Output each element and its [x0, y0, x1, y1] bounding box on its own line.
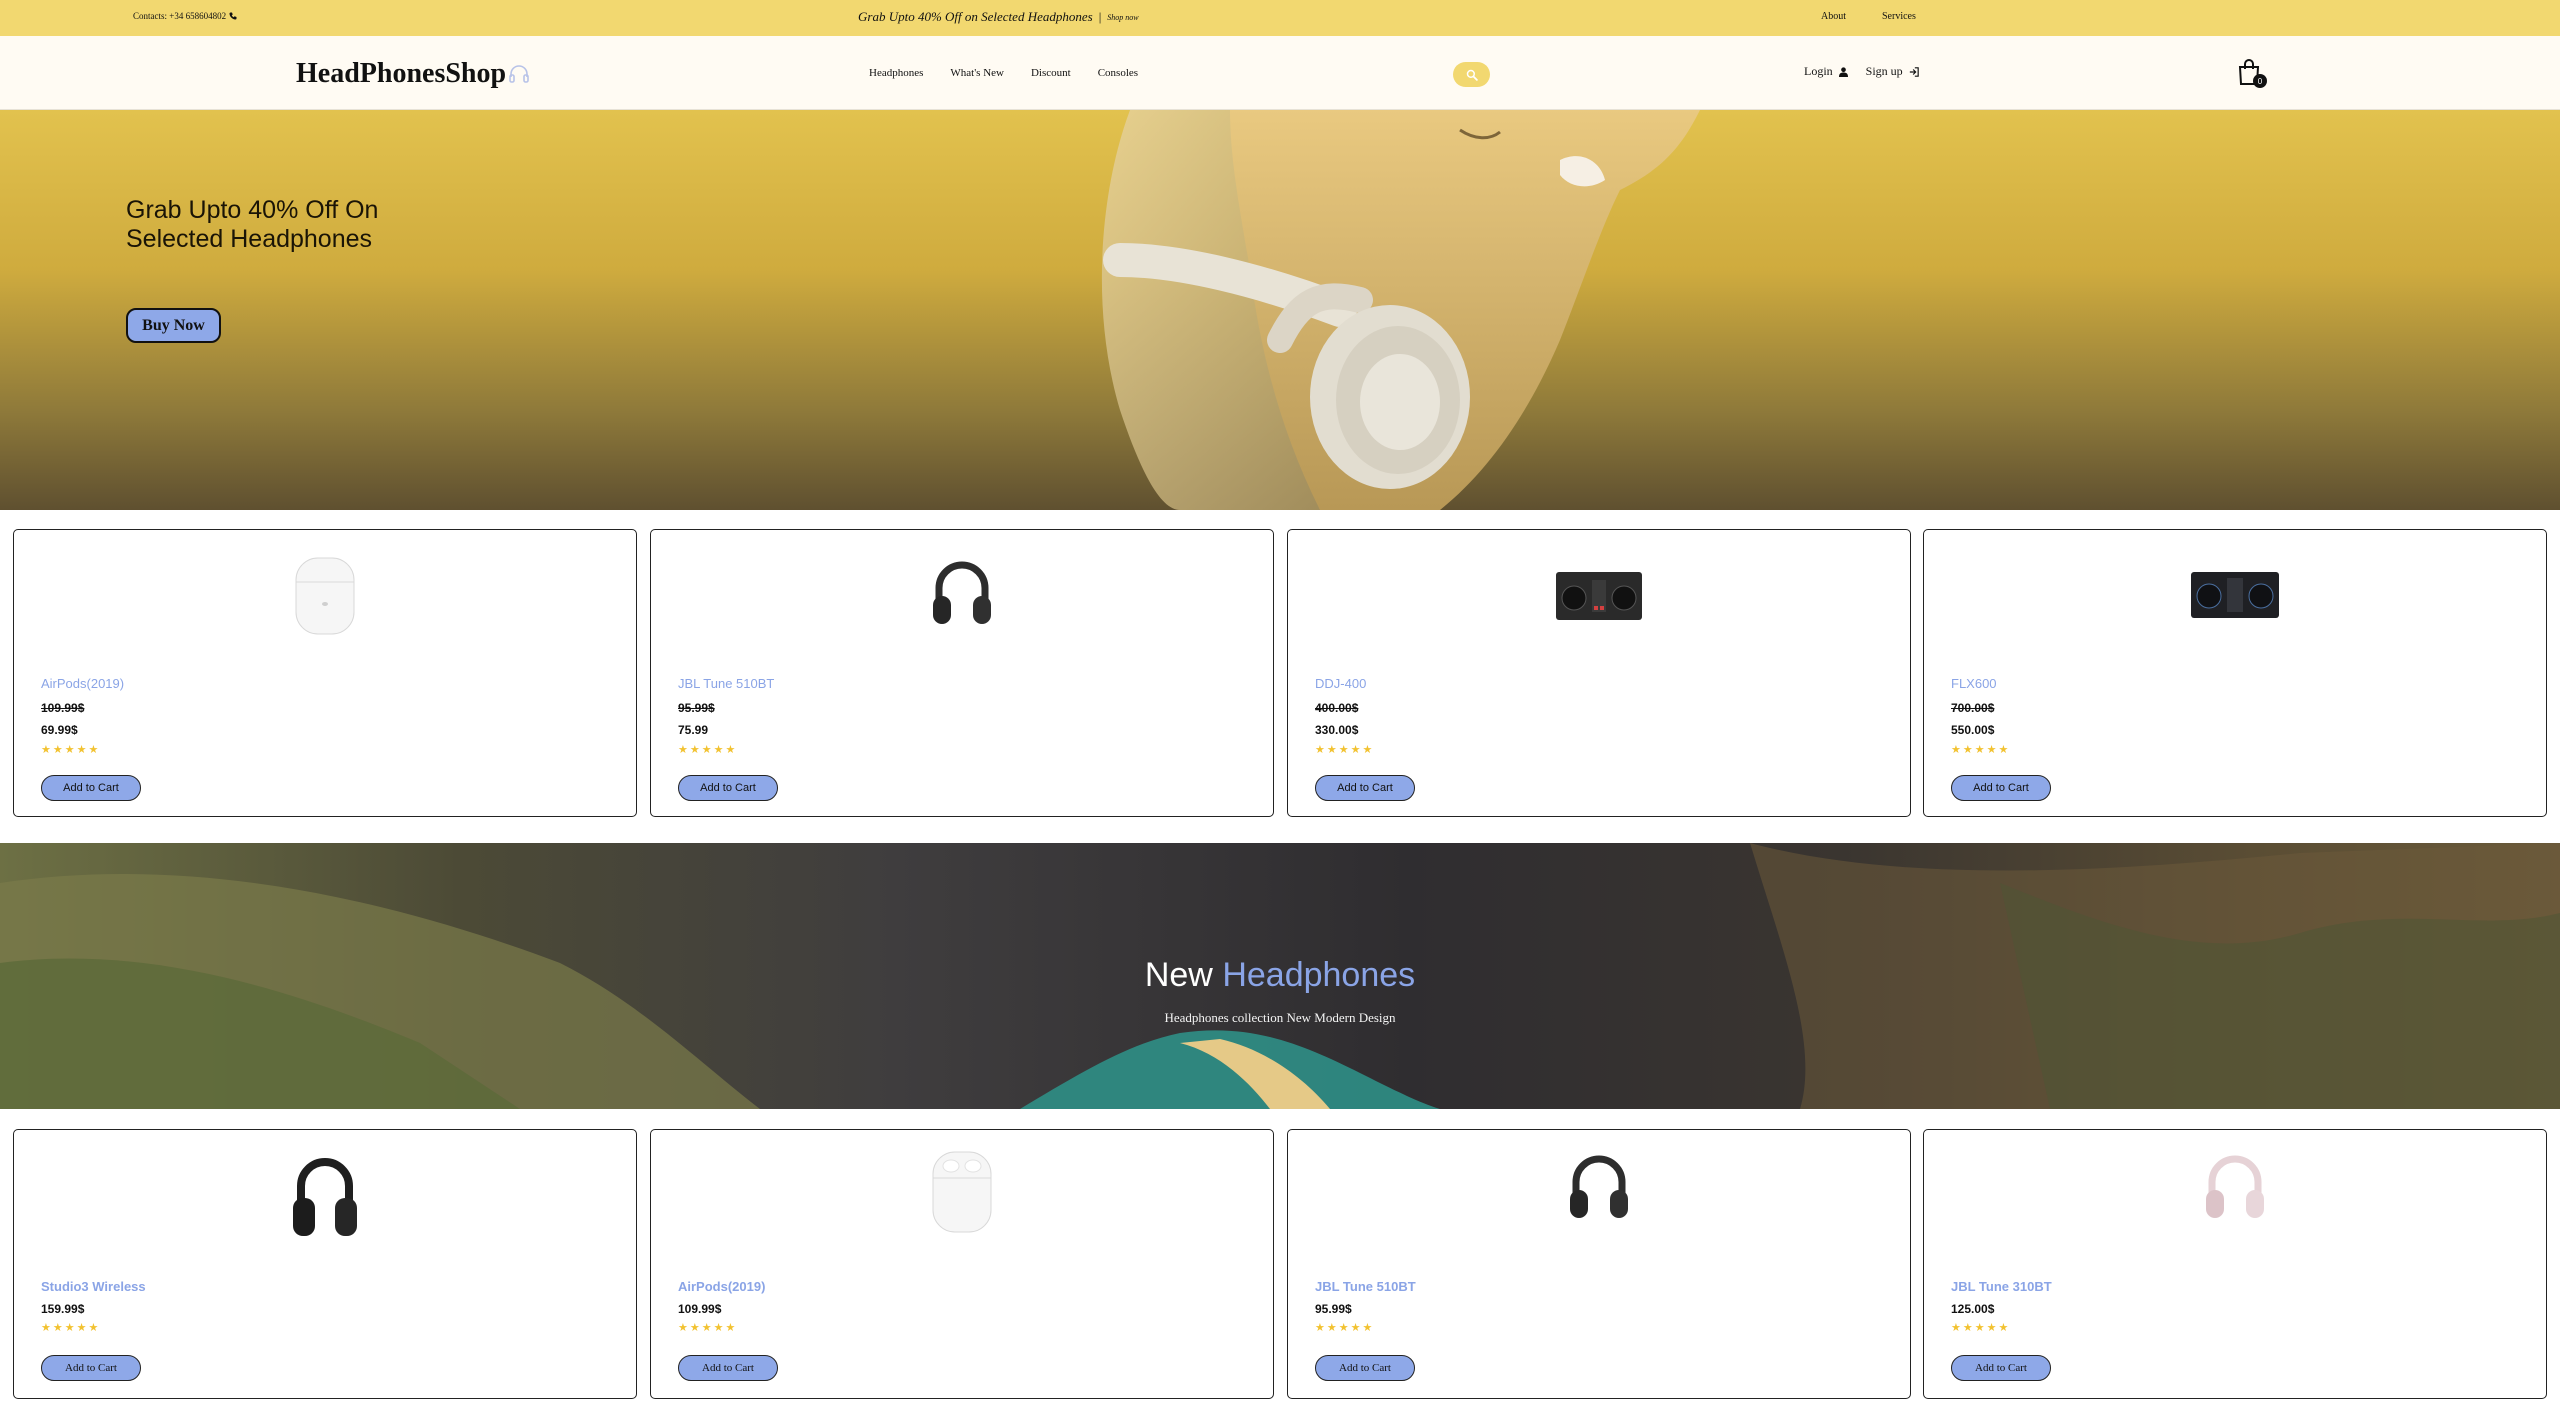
contact-info: Contacts: +34 658604802 [133, 11, 237, 21]
product-image[interactable] [14, 554, 636, 638]
product-price: 109.99$ [678, 1302, 722, 1316]
hero-title: Grab Upto 40% Off On Selected Headphones [126, 196, 379, 253]
banner-subtitle: Headphones collection New Modern Design [1164, 1010, 1396, 1025]
product-card[interactable]: JBL Tune 310BT 125.00$ ★★★★★ Add to Cart [1923, 1129, 2547, 1399]
nav-discount[interactable]: Discount [1031, 67, 1071, 79]
cart-count-badge: 0 [2253, 74, 2267, 88]
sign-in-icon[interactable] [1909, 66, 1919, 77]
product-old-price: 700.00$ [1951, 701, 1995, 715]
product-name[interactable]: Studio3 Wireless [41, 1279, 146, 1294]
product-card[interactable]: DDJ-400 400.00$ 330.00$ ★★★★★ Add to Car… [1287, 529, 1911, 817]
product-card[interactable]: FLX600 700.00$ 550.00$ ★★★★★ Add to Cart [1923, 529, 2547, 817]
add-to-cart-button[interactable]: Add to Cart [678, 775, 778, 801]
star-rating: ★★★★★ [1951, 744, 2011, 756]
hero-woman-headphones-image [1101, 110, 1700, 510]
main-header: HeadPhonesShop Headphones What's New Dis… [0, 36, 2560, 110]
star-rating: ★★★★★ [1315, 1322, 1375, 1334]
product-price: 550.00$ [1951, 723, 1995, 737]
product-card[interactable]: Studio3 Wireless 159.99$ ★★★★★ Add to Ca… [13, 1129, 637, 1399]
logo-text: HeadPhonesShop [296, 58, 507, 89]
phone-icon [229, 12, 237, 20]
star-rating: ★★★★★ [41, 1322, 101, 1334]
star-rating: ★★★★★ [678, 1322, 738, 1334]
product-image[interactable] [651, 554, 1273, 634]
nav-whats-new[interactable]: What's New [950, 67, 1004, 79]
signup-link[interactable]: Sign up [1866, 64, 1903, 79]
add-to-cart-button[interactable]: Add to Cart [1951, 775, 2051, 801]
product-name[interactable]: FLX600 [1951, 676, 1997, 691]
product-name[interactable]: AirPods(2019) [678, 1279, 765, 1294]
product-card[interactable]: JBL Tune 510BT 95.99$ ★★★★★ Add to Cart [1287, 1129, 1911, 1399]
login-link[interactable]: Login [1804, 64, 1833, 79]
auth-links: Login Sign up [1804, 64, 1919, 79]
product-price: 330.00$ [1315, 723, 1359, 737]
add-to-cart-button[interactable]: Add to Cart [41, 775, 141, 801]
product-name[interactable]: JBL Tune 510BT [1315, 1279, 1416, 1294]
add-to-cart-button[interactable]: Add to Cart [1315, 1355, 1415, 1381]
product-image[interactable] [1924, 1148, 2546, 1228]
promo-banner: Grab Upto 40% Off on Selected Headphones… [858, 9, 1139, 25]
top-bar: Contacts: +34 658604802 Grab Upto 40% Of… [0, 0, 2560, 36]
site-logo[interactable]: HeadPhonesShop [296, 58, 529, 90]
hero-section: Grab Upto 40% Off On Selected Headphones… [0, 110, 2560, 510]
star-rating: ★★★★★ [41, 744, 101, 756]
pink-headphones-image [2206, 1155, 2264, 1218]
nav-headphones[interactable]: Headphones [869, 67, 923, 79]
product-price: 69.99$ [41, 723, 78, 737]
product-image[interactable] [1288, 572, 1910, 620]
product-name[interactable]: DDJ-400 [1315, 676, 1366, 691]
black-headphones-image [1570, 1155, 1628, 1218]
product-price: 95.99$ [1315, 1302, 1352, 1316]
about-link[interactable]: About [1821, 11, 1846, 22]
promo-separator: | [1098, 9, 1102, 24]
product-name[interactable]: AirPods(2019) [41, 676, 124, 691]
product-image[interactable] [14, 1148, 636, 1244]
product-old-price: 109.99$ [41, 701, 85, 715]
banner-title: New Headphones [0, 956, 2560, 995]
add-to-cart-button[interactable]: Add to Cart [678, 1355, 778, 1381]
banner-title-accent: Headphones [1222, 956, 1416, 994]
product-name[interactable]: JBL Tune 510BT [678, 676, 774, 691]
main-nav: Headphones What's New Discount Consoles [869, 67, 1138, 79]
contact-text: Contacts: +34 658604802 [133, 11, 227, 21]
user-icon[interactable] [1838, 66, 1848, 77]
nav-consoles[interactable]: Consoles [1098, 67, 1138, 79]
shop-now-link[interactable]: Shop now [1107, 13, 1138, 22]
dj-controller-image [1556, 572, 1642, 620]
cart-button[interactable]: 0 [2237, 58, 2267, 90]
star-rating: ★★★★★ [1315, 744, 1375, 756]
dj-controller-image [2191, 572, 2279, 618]
product-image[interactable] [1288, 1148, 1910, 1228]
new-headphones-banner: New Headphones Headphones collection New… [0, 843, 2560, 1109]
buy-now-button[interactable]: Buy Now [126, 308, 221, 343]
product-image[interactable] [651, 1148, 1273, 1236]
star-rating: ★★★★★ [1951, 1322, 2011, 1334]
black-headphones-image [293, 1158, 357, 1236]
star-rating: ★★★★★ [678, 744, 738, 756]
black-headphones-image [933, 561, 991, 624]
add-to-cart-button[interactable]: Add to Cart [41, 1355, 141, 1381]
product-price: 125.00$ [1951, 1302, 1995, 1316]
airpods-image [295, 557, 355, 635]
product-old-price: 95.99$ [678, 701, 715, 715]
product-card[interactable]: AirPods(2019) 109.99$ ★★★★★ Add to Cart [650, 1129, 1274, 1399]
headphones-logo-icon [509, 65, 529, 83]
search-button[interactable] [1453, 62, 1490, 87]
product-price: 75.99 [678, 723, 709, 737]
services-link[interactable]: Services [1882, 11, 1916, 22]
search-icon [1466, 69, 1478, 81]
product-old-price: 400.00$ [1315, 701, 1359, 715]
add-to-cart-button[interactable]: Add to Cart [1951, 1355, 2051, 1381]
product-name[interactable]: JBL Tune 310BT [1951, 1279, 2052, 1294]
promo-text: Grab Upto 40% Off on Selected Headphones [858, 9, 1093, 24]
product-card[interactable]: AirPods(2019) 109.99$ 69.99$ ★★★★★ Add t… [13, 529, 637, 817]
product-price: 159.99$ [41, 1302, 85, 1316]
product-image[interactable] [1924, 572, 2546, 618]
add-to-cart-button[interactable]: Add to Cart [1315, 775, 1415, 801]
product-card[interactable]: JBL Tune 510BT 95.99$ 75.99 ★★★★★ Add to… [650, 529, 1274, 817]
airpods-image [932, 1151, 992, 1233]
banner-title-main: New [1144, 956, 1213, 994]
